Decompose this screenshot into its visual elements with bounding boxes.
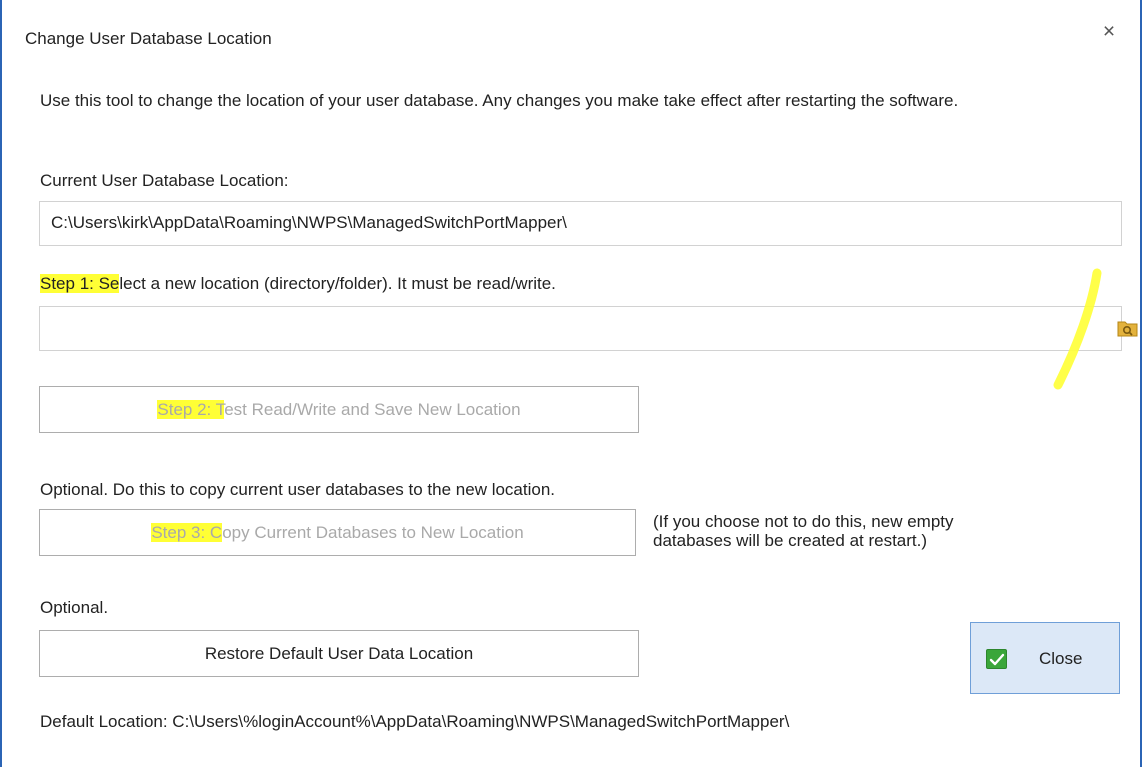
new-location-field — [39, 306, 1138, 351]
current-location-label: Current User Database Location: — [40, 171, 289, 190]
step1-label-rest: lect a new location (directory/folder). … — [119, 274, 556, 293]
current-location-field: C:\Users\kirk\AppData\Roaming\NWPS\Manag… — [39, 201, 1122, 246]
step2-label-rest: est Read/Write and Save New Location — [224, 400, 521, 419]
current-location-value: C:\Users\kirk\AppData\Roaming\NWPS\Manag… — [51, 213, 567, 232]
optional-restore-label: Optional. — [40, 598, 109, 617]
step2-label-highlight: Step 2: T — [157, 400, 225, 419]
new-location-input[interactable] — [40, 307, 1080, 350]
highlighter-annotation — [1053, 268, 1102, 390]
check-icon — [986, 649, 1007, 669]
copy-note-line2: databases will be created at restart.) — [653, 531, 928, 550]
copy-note-line1: (If you choose not to do this, new empty — [653, 512, 954, 531]
copy-databases-button[interactable]: Step 3: Copy Current Databases to New Lo… — [39, 509, 636, 556]
folder-search-icon[interactable] — [1117, 318, 1139, 338]
optional-copy-label: Optional. Do this to copy current user d… — [40, 480, 556, 499]
close-button-label: Close — [1039, 649, 1083, 668]
step3-label-highlight: Step 3: C — [151, 523, 223, 542]
description-text: Use this tool to change the location of … — [40, 91, 959, 110]
default-location-text: Default Location: C:\Users\%loginAccount… — [40, 712, 790, 731]
step1-label-highlight: Step 1: Se — [40, 274, 120, 293]
dialog-window: Change User Database Location × Use this… — [0, 0, 1142, 767]
test-save-location-button[interactable]: Step 2: Test Read/Write and Save New Loc… — [39, 386, 639, 433]
close-icon[interactable]: × — [1095, 18, 1123, 46]
step1-label: Step 1: Select a new location (directory… — [40, 274, 556, 294]
step3-label-rest: opy Current Databases to New Location — [222, 523, 524, 542]
dialog-title: Change User Database Location — [25, 29, 272, 48]
restore-default-button[interactable]: Restore Default User Data Location — [39, 630, 639, 677]
close-button[interactable]: Close — [970, 622, 1120, 694]
copy-note: (If you choose not to do this, new empty… — [653, 512, 1033, 550]
